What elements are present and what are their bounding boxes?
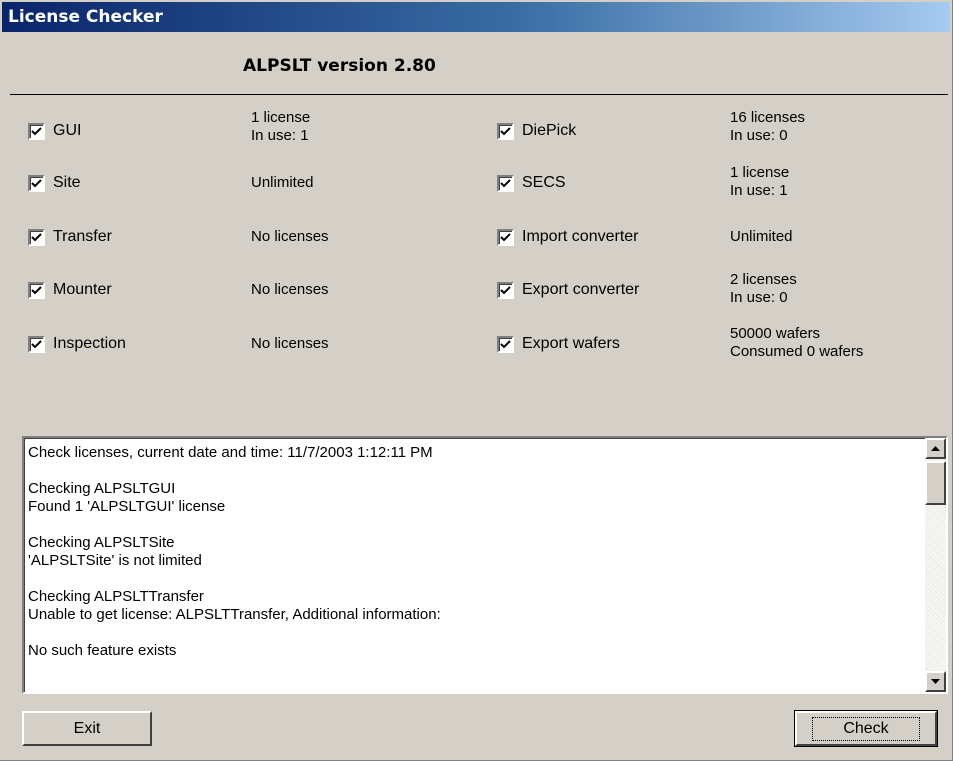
feature-1: Site bbox=[28, 168, 81, 198]
feature-license-info: No licenses bbox=[251, 281, 329, 299]
feature-label: Transfer bbox=[53, 228, 112, 245]
log-line: Checking ALPSLTTransfer bbox=[28, 588, 204, 605]
checkmark-icon bbox=[31, 285, 42, 294]
feature-label: GUI bbox=[53, 122, 82, 139]
window-title: License Checker bbox=[8, 7, 163, 27]
license-info-line: No licenses bbox=[251, 228, 329, 245]
title-bar[interactable]: License Checker bbox=[2, 2, 950, 32]
checkmark-icon bbox=[31, 178, 42, 187]
license-info-line: 50000 wafers bbox=[730, 325, 821, 342]
checkmark-icon bbox=[500, 339, 511, 348]
license-info-line: No licenses bbox=[251, 281, 329, 298]
license-info-line: In use: 0 bbox=[730, 127, 788, 144]
license-info-line: No licenses bbox=[251, 335, 329, 352]
feature-license-info: Unlimited bbox=[251, 174, 314, 192]
license-checker-window: License Checker ALPSLT version 2.80 GUI 1… bbox=[0, 0, 953, 761]
arrow-up-icon bbox=[931, 446, 940, 451]
feature-4: Inspection bbox=[28, 329, 126, 359]
checkmark-icon bbox=[500, 178, 511, 187]
log-scrollbar[interactable] bbox=[925, 438, 946, 692]
scroll-thumb[interactable] bbox=[925, 461, 946, 505]
license-info-line: Unlimited bbox=[730, 228, 793, 245]
feature-checkbox[interactable] bbox=[497, 335, 514, 353]
feature-label: Mounter bbox=[53, 281, 112, 298]
feature-license-info: 2 licenses In use: 0 bbox=[730, 271, 797, 307]
log-line: Found 1 'ALPSLTGUI' license bbox=[28, 498, 226, 515]
license-info-line: Unlimited bbox=[251, 174, 314, 191]
feature-9: Export wafers bbox=[497, 329, 620, 359]
log-text: Check licenses, current date and time: 1… bbox=[28, 444, 441, 660]
feature-7: Import converter bbox=[497, 222, 638, 252]
checkmark-icon bbox=[500, 232, 511, 241]
log-line: Checking ALPSLTSite bbox=[28, 534, 175, 551]
feature-license-info: 1 license In use: 1 bbox=[730, 164, 789, 200]
version-label: ALPSLT version 2.80 bbox=[243, 56, 436, 76]
feature-label: Site bbox=[53, 174, 81, 191]
license-info-line: 1 license bbox=[730, 164, 790, 181]
feature-checkbox[interactable] bbox=[497, 228, 514, 246]
log-line: Checking ALPSLTGUI bbox=[28, 480, 176, 497]
feature-label: Export converter bbox=[522, 281, 640, 298]
exit-button[interactable]: Exit bbox=[22, 711, 152, 746]
feature-checkbox[interactable] bbox=[497, 122, 514, 140]
feature-0: GUI bbox=[28, 116, 81, 146]
feature-checkbox[interactable] bbox=[28, 174, 45, 192]
feature-8: Export converter bbox=[497, 275, 639, 305]
log-line: 'ALPSLTSite' is not limited bbox=[28, 552, 202, 569]
feature-3: Mounter bbox=[28, 275, 112, 305]
log-line: No such feature exists bbox=[28, 642, 177, 659]
scroll-down-button[interactable] bbox=[925, 671, 946, 692]
exit-button-label: Exit bbox=[73, 719, 101, 737]
feature-5: DiePick bbox=[497, 116, 576, 146]
scroll-up-button[interactable] bbox=[925, 438, 946, 459]
feature-label: Import converter bbox=[522, 228, 639, 245]
feature-checkbox[interactable] bbox=[28, 335, 45, 353]
license-info-line: 1 license bbox=[251, 109, 311, 126]
feature-2: Transfer bbox=[28, 222, 112, 252]
feature-checkbox[interactable] bbox=[497, 174, 514, 192]
license-info-line: 16 licenses bbox=[730, 109, 806, 126]
checkmark-icon bbox=[31, 126, 42, 135]
checkmark-icon bbox=[31, 232, 42, 241]
feature-license-info: Unlimited bbox=[730, 228, 793, 246]
arrow-down-icon bbox=[931, 679, 940, 684]
feature-license-info: No licenses bbox=[251, 228, 329, 246]
log-line: Unable to get license: ALPSLTTransfer, A… bbox=[28, 606, 441, 623]
checkmark-icon bbox=[500, 126, 511, 135]
feature-license-info: 1 license In use: 1 bbox=[251, 109, 310, 145]
log-line: Check licenses, current date and time: 1… bbox=[28, 444, 433, 461]
feature-6: SECS bbox=[497, 168, 566, 198]
license-info-line: In use: 1 bbox=[730, 182, 788, 199]
feature-label: DiePick bbox=[522, 122, 577, 139]
feature-checkbox[interactable] bbox=[28, 281, 45, 299]
feature-license-info: 50000 wafers Consumed 0 wafers bbox=[730, 325, 863, 361]
license-info-line: In use: 0 bbox=[730, 289, 788, 306]
checkmark-icon bbox=[31, 339, 42, 348]
check-button[interactable]: Check bbox=[794, 710, 938, 747]
license-info-line: In use: 1 bbox=[251, 127, 309, 144]
feature-checkbox[interactable] bbox=[28, 228, 45, 246]
feature-checkbox[interactable] bbox=[497, 281, 514, 299]
feature-label: Inspection bbox=[53, 335, 126, 352]
feature-label: Export wafers bbox=[522, 335, 620, 352]
check-button-label: Check bbox=[812, 716, 920, 741]
checkmark-icon bbox=[500, 285, 511, 294]
feature-label: SECS bbox=[522, 174, 566, 191]
header-separator bbox=[10, 94, 948, 95]
feature-license-info: No licenses bbox=[251, 335, 329, 353]
license-info-line: 2 licenses bbox=[730, 271, 797, 288]
feature-checkbox[interactable] bbox=[28, 122, 45, 140]
log-output[interactable]: Check licenses, current date and time: 1… bbox=[22, 436, 948, 694]
feature-license-info: 16 licenses In use: 0 bbox=[730, 109, 805, 145]
license-info-line: Consumed 0 wafers bbox=[730, 343, 864, 360]
